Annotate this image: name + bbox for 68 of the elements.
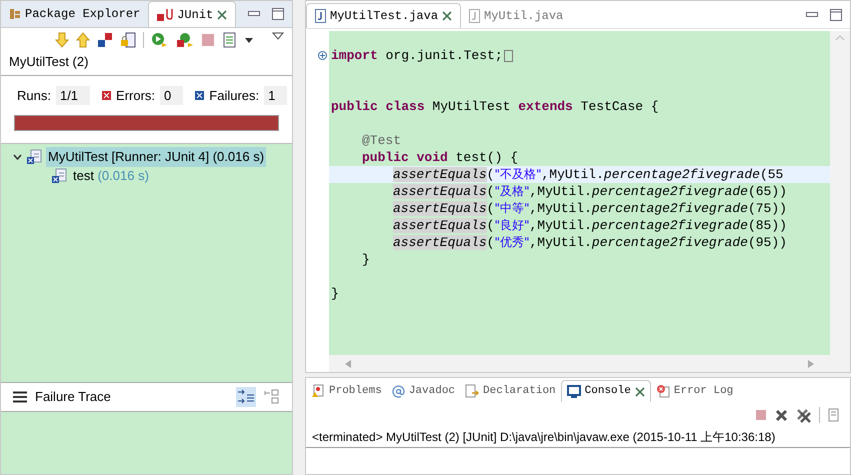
lock-icon[interactable] (120, 32, 136, 48)
counter-label: Runs: (17, 86, 51, 104)
rerun-failed-icon[interactable] (176, 32, 194, 48)
counter-value: 0 (160, 86, 184, 105)
maximize-icon[interactable] (272, 8, 284, 20)
java-file-icon (315, 9, 326, 23)
error-icon (102, 90, 112, 100)
at-sign-icon (392, 384, 405, 398)
filter-stack-icon[interactable] (236, 387, 256, 407)
code-line: import org.junit.Test; (329, 47, 830, 64)
code-line: public class MyUtilTest extends TestCase { (330, 98, 660, 115)
dropdown-caret-icon[interactable] (245, 38, 253, 42)
rerun-icon[interactable] (151, 32, 169, 48)
arrow-up-icon[interactable] (76, 32, 90, 48)
code-line: assertEquals("中等",MyUtil.percentage2fivegrade(75)) (392, 200, 788, 217)
code-line: assertEquals("优秀",MyUtil.percentage2fivegrade(95)) (392, 234, 788, 251)
arrow-down-icon[interactable] (55, 32, 69, 48)
view-tab[interactable]: Problems (306, 380, 387, 402)
code-line: } (361, 251, 371, 268)
declaration-icon (465, 384, 480, 398)
counter-value: 1/1 (56, 86, 90, 105)
counter-value: 1 (264, 86, 288, 105)
java-file-icon (469, 8, 480, 22)
junit-icon (157, 8, 174, 22)
expand-fold-icon[interactable] (318, 51, 326, 60)
view-tab[interactable]: Declaration (460, 380, 561, 402)
failure-trace-title: Failure Trace (35, 388, 111, 406)
maximize-icon[interactable] (830, 8, 842, 20)
counter-label: Failures: (209, 86, 260, 104)
compare-icon[interactable] (264, 389, 280, 405)
minimize-icon[interactable] (806, 12, 818, 18)
failure-icon (195, 90, 204, 100)
folded-marker-icon[interactable] (504, 50, 513, 62)
vertical-scrollbar[interactable] (830, 31, 850, 372)
remove-all-icon[interactable] (796, 408, 811, 422)
view-tab[interactable]: Console (560, 380, 651, 402)
problems-icon (311, 384, 325, 398)
history-icon[interactable] (222, 32, 238, 48)
close-icon[interactable] (442, 11, 452, 21)
editor-tab[interactable]: MyUtilTest.java (306, 3, 462, 28)
editor-tab[interactable]: MyUtil.java (461, 3, 572, 28)
test-class-icon (26, 149, 42, 165)
list-icon (13, 391, 27, 403)
code-line: @Test (361, 132, 402, 149)
code-line: assertEquals("及格",MyUtil.percentage2fivegrade(65)) (392, 183, 788, 200)
counter-label: Errors: (116, 86, 156, 104)
console-output: <terminated> MyUtilTest (2) [JUnit] D:\java\jre\bin\javaw.exe (2015-10-11 上午10:36:18) (306, 428, 850, 448)
minimize-icon[interactable] (248, 11, 260, 17)
view-tab[interactable]: Package Explorer (1, 1, 148, 27)
tree-item[interactable]: test (0.016 s) (71, 166, 151, 186)
view-menu-icon[interactable] (272, 32, 284, 40)
code-line: public void test() { (361, 149, 520, 166)
test-method-icon (51, 168, 67, 184)
view-tab[interactable]: Error Log (650, 380, 738, 402)
code-line: assertEquals("良好",MyUtil.percentage2fivegrade(85)) (392, 217, 788, 234)
close-icon[interactable] (634, 386, 645, 396)
close-icon[interactable] (217, 10, 228, 20)
view-tab[interactable]: JUnit (148, 1, 236, 27)
tree-item[interactable]: MyUtilTest [Runner: JUnit 4] (0.016 s) (46, 147, 266, 167)
view-tab[interactable]: Javadoc (386, 380, 460, 402)
failures-filter-icon[interactable] (97, 32, 113, 48)
chevron-down-icon[interactable] (13, 152, 22, 162)
monitor-icon (566, 385, 581, 398)
remove-icon[interactable] (775, 408, 788, 422)
code-line: } (330, 285, 340, 302)
error-log-icon (656, 384, 670, 398)
test-run-title: MyUtilTest (2) (1, 52, 292, 76)
package-icon (9, 8, 21, 20)
